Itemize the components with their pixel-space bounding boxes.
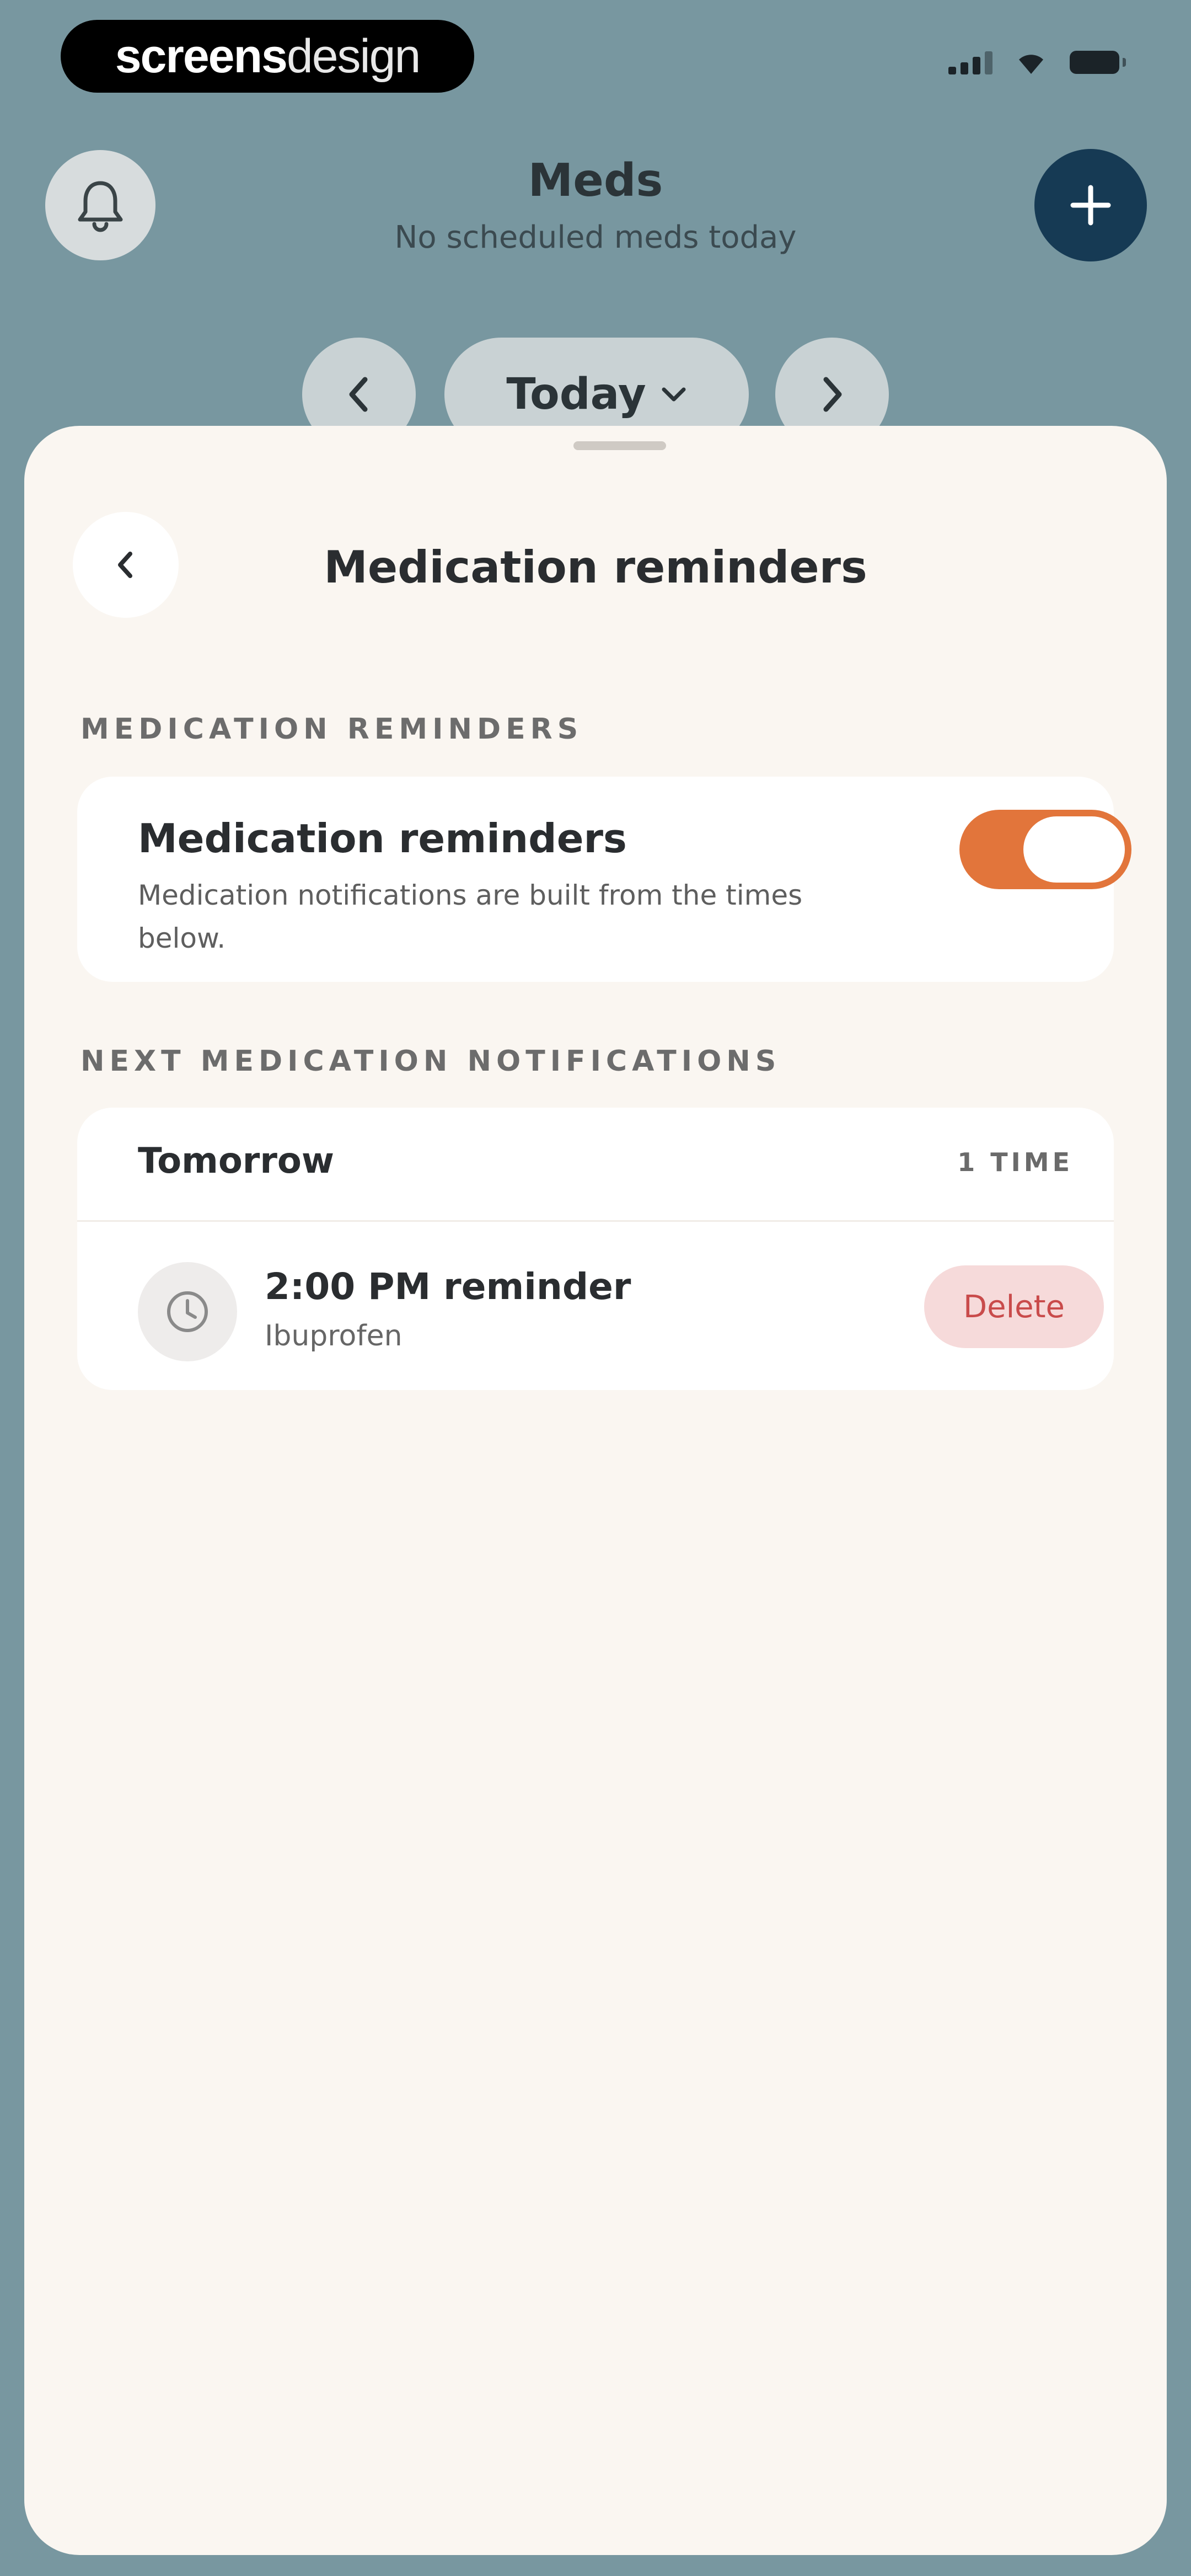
page-title: Meds (528, 154, 663, 207)
reminder-title: 2:00 PM reminder (265, 1265, 631, 1308)
reminders-sheet: Medication reminders MEDICATION REMINDER… (24, 426, 1167, 2555)
toggle-description: Medication notifications are built from … (138, 879, 803, 954)
delete-button[interactable]: Delete (924, 1265, 1104, 1348)
logo-text-part1: screens (115, 30, 288, 83)
logo-text-part2: design (286, 30, 421, 83)
chevron-left-icon (349, 377, 368, 412)
screensdesign-logo: screensdesign (61, 20, 474, 93)
reminders-toggle-card: Medication reminders Medication notifica… (77, 777, 1131, 982)
clock-badge (138, 1262, 237, 1361)
chevron-down-icon (662, 387, 686, 402)
page-subtitle: No scheduled meds today (394, 220, 797, 255)
screen: screensdesign Meds No scheduled meds tod… (0, 0, 1191, 2576)
section-label-reminders: MEDICATION REMINDERS (81, 713, 583, 746)
sheet-title: Medication reminders (324, 542, 867, 593)
chevron-right-icon (823, 377, 842, 412)
plus-icon (1070, 185, 1111, 226)
section-label-next: NEXT MEDICATION NOTIFICATIONS (81, 1045, 781, 1078)
status-bar-icons (948, 50, 1126, 75)
add-med-button[interactable] (1034, 149, 1147, 261)
battery-icon (1070, 51, 1126, 74)
toggle-title: Medication reminders (138, 815, 627, 862)
sheet-grabber[interactable] (573, 441, 666, 450)
day-group-count: 1 TIME (957, 1147, 1073, 1177)
notifications-card: Tomorrow 1 TIME 2:00 PM reminder Ibuprof… (77, 1108, 1114, 1390)
date-label: Today (506, 370, 646, 419)
reminder-medication: Ibuprofen (265, 1319, 403, 1353)
divider (77, 1220, 1114, 1222)
day-group-title: Tomorrow (138, 1141, 334, 1182)
reminders-toggle[interactable] (959, 810, 1131, 889)
wifi-icon (1019, 55, 1043, 74)
clock-icon (167, 1291, 208, 1332)
signal-icon (948, 50, 993, 74)
toggle-knob (1023, 816, 1125, 883)
